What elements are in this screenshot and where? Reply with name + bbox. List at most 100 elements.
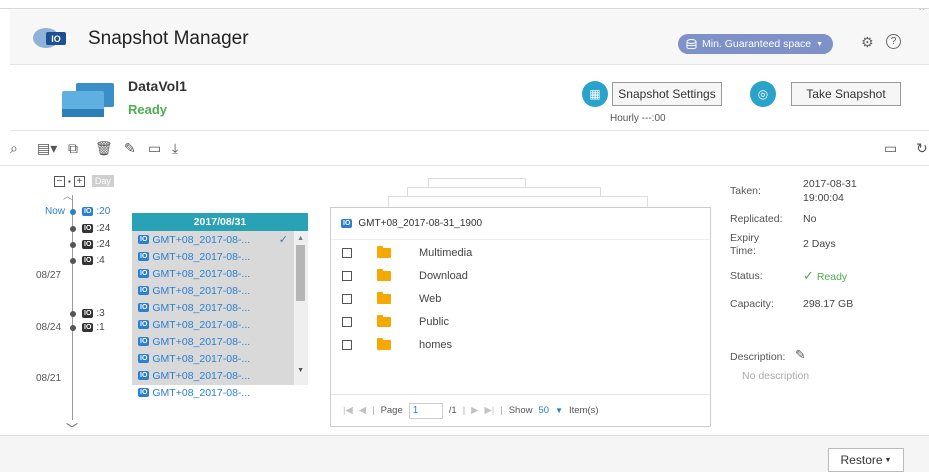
snapshot-list-item[interactable]: IO GMT+08_2017-08-...: [132, 282, 308, 299]
timeline-snapshot-label: :1: [96, 322, 105, 333]
snapshot-icon: IO: [82, 256, 94, 265]
taken-date: 2017-08-31: [803, 178, 857, 190]
taken-time: 19:00:04: [803, 192, 844, 204]
snapshot-list-item[interactable]: IO GMT+08_2017-08-...: [132, 333, 308, 350]
zoom-out-icon[interactable]: −: [54, 175, 65, 187]
snapshot-file-browser: IO GMT+08_2017-08-31_1900 Multimedia Dow…: [330, 207, 711, 427]
chevron-down-icon[interactable]: ▼: [555, 406, 563, 415]
description-value: No description: [742, 370, 810, 382]
gear-icon[interactable]: ⚙: [861, 34, 874, 51]
volume-icon: [62, 83, 114, 117]
status-label: Status:: [730, 270, 763, 282]
window-top-edge: [0, 0, 929, 9]
folder-icon: [377, 246, 391, 258]
timeline-date: 08/24: [36, 322, 62, 333]
snapshot-list-item[interactable]: IO GMT+08_2017-08-...: [132, 265, 308, 282]
snapshot-settings-button[interactable]: Snapshot Settings: [612, 82, 722, 106]
snapshot-list-item-label: GMT+08_2017-08-...: [152, 369, 251, 382]
pager-separator: |: [500, 405, 503, 416]
last-page-icon[interactable]: ▶|: [484, 405, 494, 416]
status-value-text: Ready: [816, 271, 848, 283]
timeline-snapshot-label: :3: [96, 308, 105, 319]
snapshot-list-item[interactable]: IO GMT+08_2017-08-...: [132, 248, 308, 265]
refresh-icon[interactable]: ↻: [916, 140, 928, 157]
snapshot-icon: IO: [138, 269, 150, 278]
snapshot-list-item[interactable]: IO GMT+08_2017-08-...: [132, 384, 308, 401]
timeline-snapshot[interactable]: IO:24: [82, 239, 110, 250]
title-bar: IO Snapshot Manager Min. Guaranteed spac…: [10, 10, 929, 65]
zoom-separator-icon: ▪: [68, 176, 71, 186]
take-snapshot-button[interactable]: Take Snapshot: [791, 82, 901, 106]
timeline-snapshot[interactable]: IO:3: [82, 308, 105, 319]
snapshot-list-item-label: GMT+08_2017-08-...: [152, 250, 251, 263]
folder-row[interactable]: homes: [331, 334, 710, 356]
day-badge[interactable]: Day: [91, 175, 114, 187]
clone-icon[interactable]: ⧉: [68, 140, 78, 157]
folder-name: Public: [419, 316, 449, 328]
folder-row[interactable]: Download: [331, 265, 710, 287]
timeline-snapshot-label: :4: [96, 255, 105, 266]
now-label: Now: [45, 206, 66, 217]
zoom-in-icon[interactable]: +: [73, 175, 85, 187]
scroll-down-icon[interactable]: ▼: [297, 367, 304, 374]
next-page-icon[interactable]: ▶: [471, 405, 478, 416]
snapshot-list-item[interactable]: IO GMT+08_2017-08-...: [132, 367, 308, 384]
min-guaranteed-space-button[interactable]: Min. Guaranteed space ▼: [678, 34, 834, 54]
folder-checkbox[interactable]: [342, 294, 352, 304]
window-icon[interactable]: ▭: [884, 140, 897, 157]
delete-icon[interactable]: 🗑: [95, 140, 113, 157]
timeline-snapshot[interactable]: IO:24: [82, 223, 110, 234]
scrollbar-thumb[interactable]: [296, 245, 305, 301]
chevron-up-icon[interactable]: ︿: [63, 189, 72, 202]
snapshot-list-item-selected[interactable]: IO GMT+08_2017-08-... ✓: [132, 231, 308, 248]
folder-row[interactable]: Web: [331, 288, 710, 310]
calendar-icon[interactable]: ▦: [582, 81, 608, 107]
pagination-bar: |◀ ◀ | Page 1 /1 | ▶ ▶| | Show 50 ▼ Item…: [331, 394, 710, 426]
page-input[interactable]: 1: [408, 402, 443, 419]
folder-name: Multimedia: [419, 247, 473, 259]
description-label: Description:: [730, 351, 786, 363]
folder-checkbox[interactable]: [342, 340, 352, 350]
items-per-page-select[interactable]: 50: [538, 405, 549, 416]
timeline-zoom-controls: − ▪ + Day: [54, 175, 114, 187]
footer: Restore ▼: [0, 435, 929, 472]
timeline-snapshot[interactable]: IO:1: [82, 322, 105, 333]
timeline-date: 08/21: [36, 373, 62, 384]
timeline-date: 08/27: [36, 270, 62, 281]
folder-row[interactable]: Multimedia: [331, 242, 710, 264]
chevron-down-icon: ▼: [884, 456, 892, 464]
folder-row[interactable]: Public: [331, 311, 710, 333]
snapshot-manager-logo-icon: IO: [33, 28, 66, 48]
folder-icon[interactable]: ▭: [148, 140, 161, 157]
snapshot-schedule-text: Hourly ---:00: [610, 113, 666, 124]
search-icon[interactable]: ⌕: [10, 140, 18, 157]
volume-name: DataVol1: [128, 78, 187, 94]
timeline-snapshot-label: :20: [96, 206, 111, 217]
snapshot-list-item[interactable]: IO GMT+08_2017-08-...: [132, 316, 308, 333]
timeline-dot: [70, 242, 76, 248]
folder-checkbox[interactable]: [342, 317, 352, 327]
edit-description-icon[interactable]: ✎: [795, 347, 806, 363]
snapshot-list: 2017/08/31 IO GMT+08_2017-08-... ✓ IO GMT…: [132, 213, 308, 399]
restore-button[interactable]: Restore ▼: [828, 448, 904, 472]
first-page-icon[interactable]: |◀: [343, 405, 353, 416]
camera-icon[interactable]: ◎: [750, 81, 776, 107]
pager-separator: |: [372, 405, 375, 416]
previous-page-icon[interactable]: ◀: [359, 405, 366, 416]
folder-checkbox[interactable]: [342, 248, 352, 258]
edit-icon[interactable]: ✎: [124, 140, 136, 157]
view-mode-icon[interactable]: ▤▾: [37, 140, 57, 157]
taken-label: Taken:: [730, 185, 761, 197]
snapshot-list-item[interactable]: IO GMT+08_2017-08-...: [132, 350, 308, 367]
snapshot-icon: IO: [138, 252, 150, 261]
scroll-up-icon[interactable]: ▲: [297, 235, 304, 242]
folder-checkbox[interactable]: [342, 271, 352, 281]
download-icon[interactable]: ⤓: [172, 140, 178, 157]
timeline-snapshot-now[interactable]: IO:20: [82, 206, 110, 217]
timeline-snapshot[interactable]: IO:4: [82, 255, 105, 266]
help-icon[interactable]: ?: [886, 34, 901, 49]
timeline-snapshot-label: :24: [96, 239, 111, 250]
snapshot-list-item[interactable]: IO GMT+08_2017-08-...: [132, 299, 308, 316]
status-value: ✓ Ready: [803, 268, 847, 284]
folder-name: Web: [419, 293, 442, 305]
